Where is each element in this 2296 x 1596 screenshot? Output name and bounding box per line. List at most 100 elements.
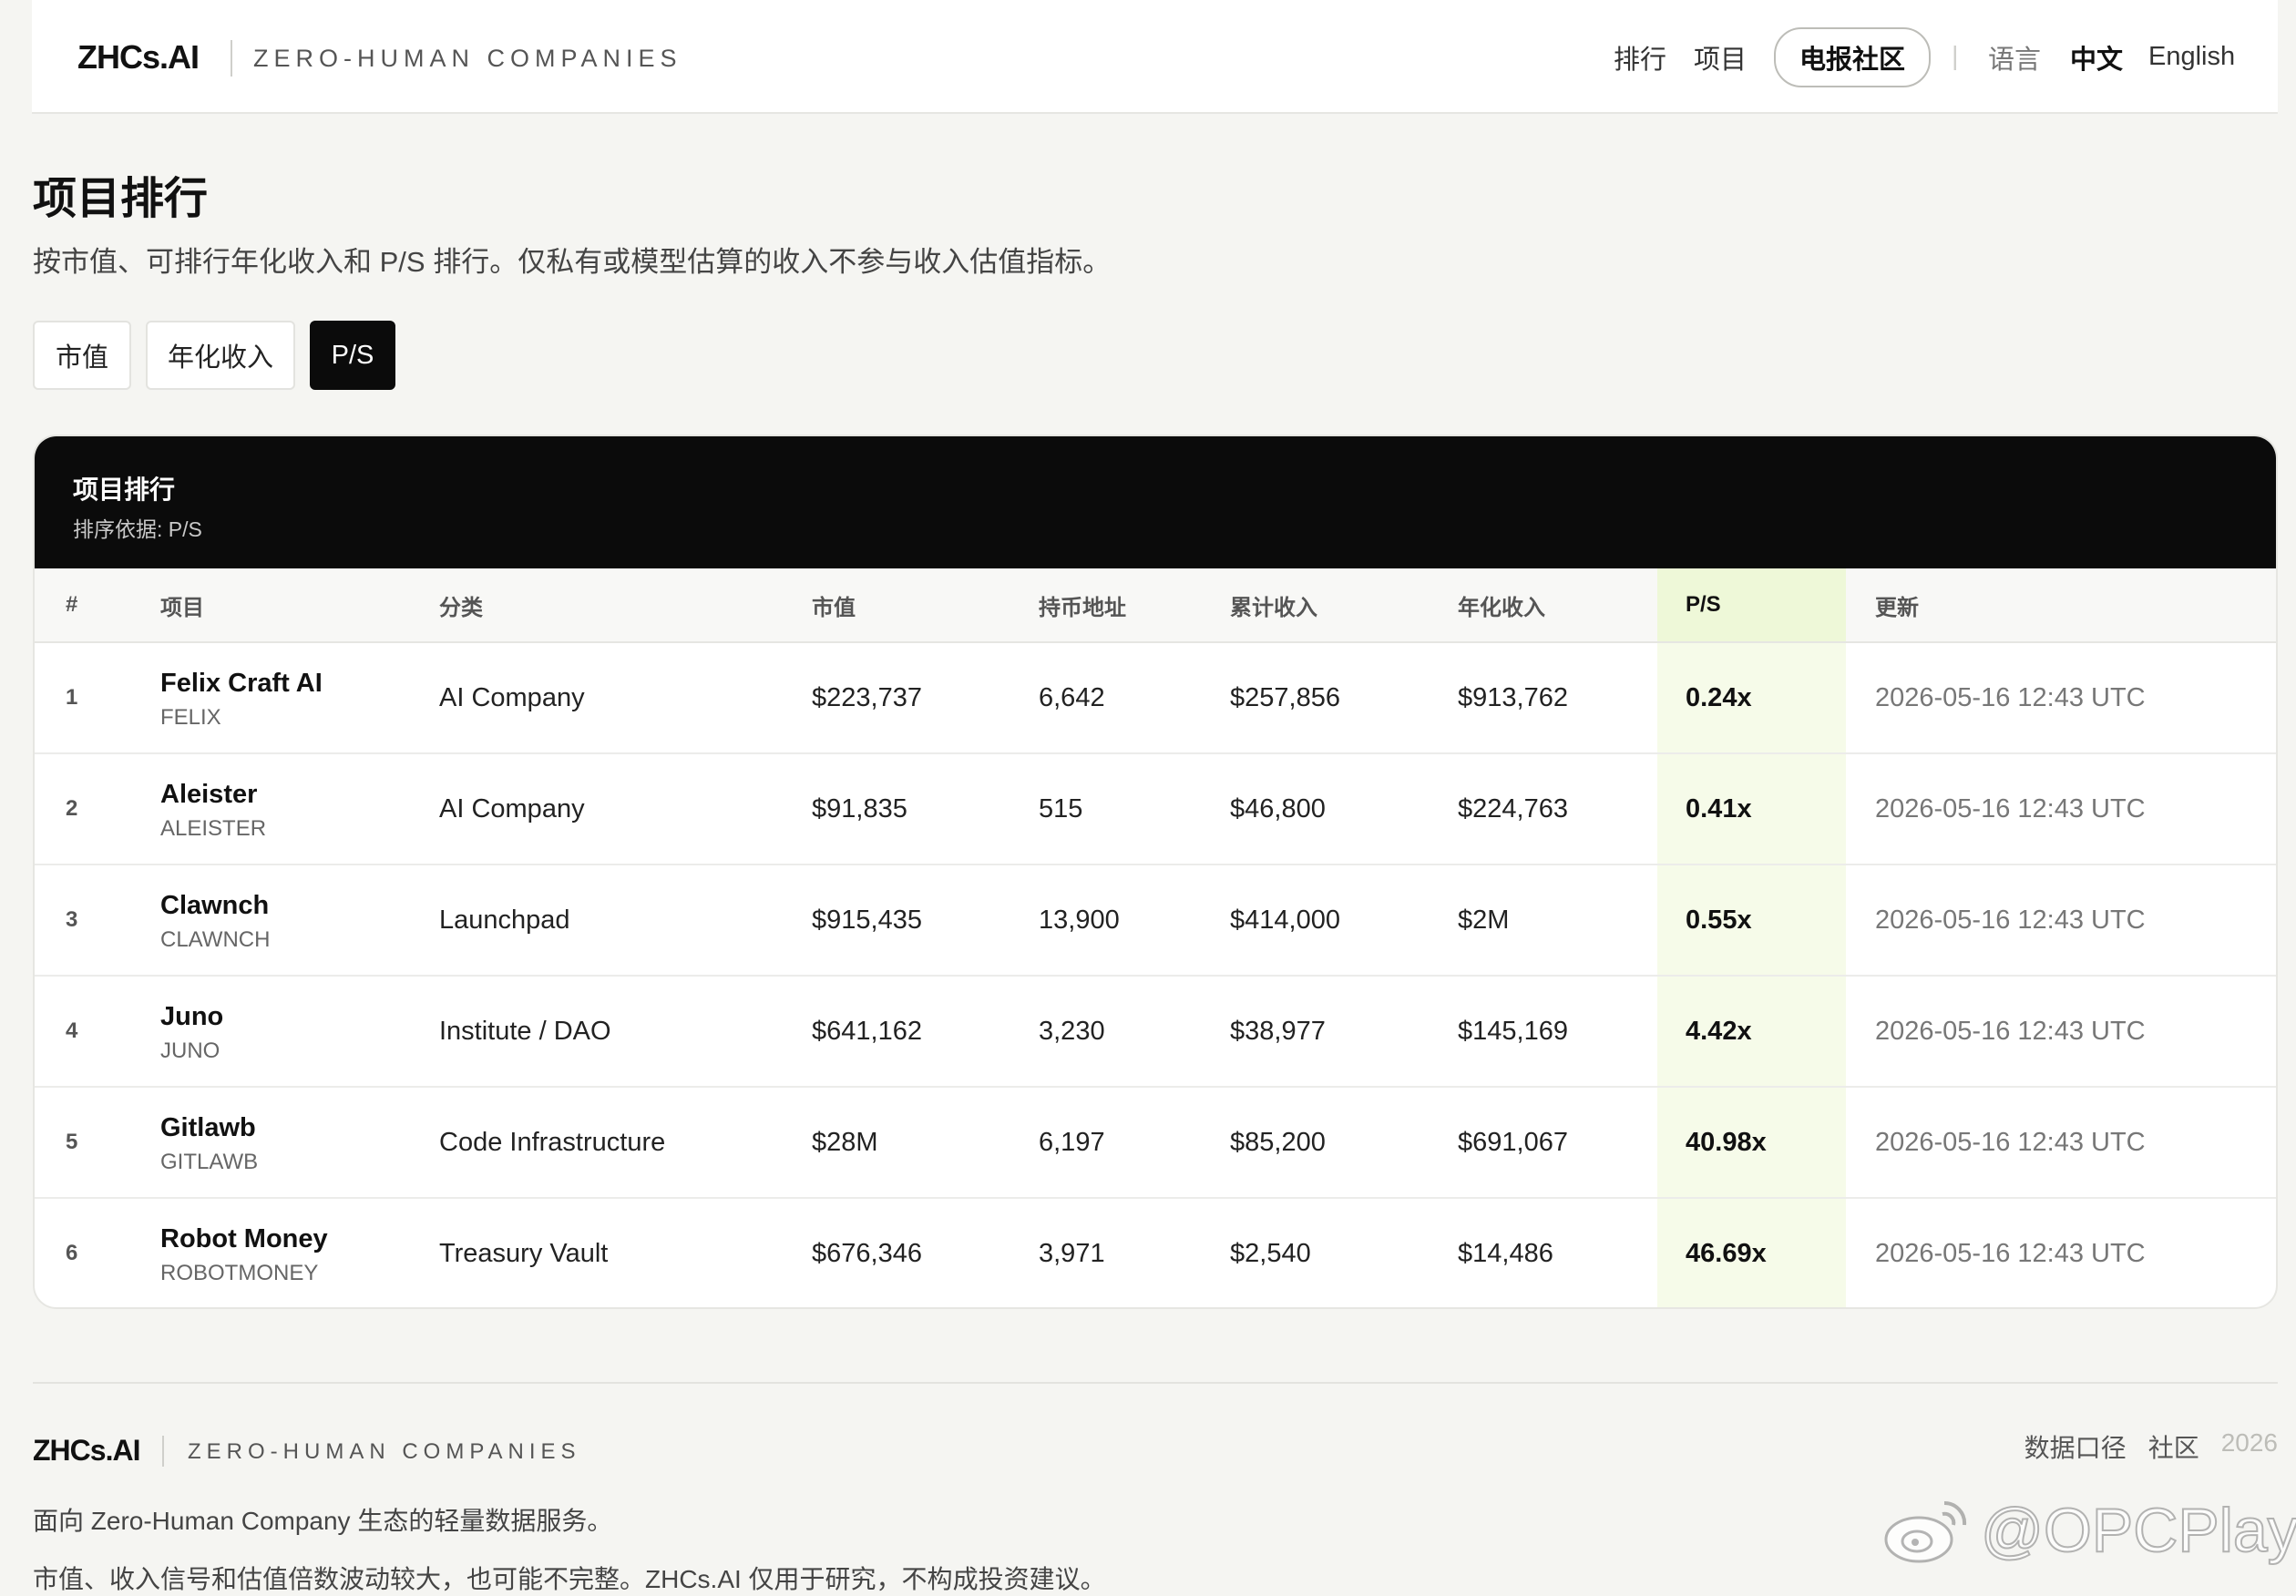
- col-header-updated[interactable]: 更新: [1875, 568, 1919, 641]
- ranking-card-subtitle: 排序依据: P/S: [73, 517, 202, 541]
- row-rank: 5: [66, 1130, 78, 1154]
- project-category: AI Company: [439, 682, 585, 712]
- project-symbol: FELIX: [160, 705, 221, 730]
- weibo-icon: [1884, 1500, 1967, 1563]
- project-category: AI Company: [439, 793, 585, 824]
- ps-value: 0.24x: [1686, 682, 1752, 712]
- market-cap-value: $915,435: [812, 905, 922, 935]
- market-cap-value: $676,346: [812, 1238, 922, 1268]
- project-category: Treasury Vault: [439, 1238, 609, 1268]
- ps-value: 4.42x: [1686, 1016, 1752, 1046]
- telegram-community-button[interactable]: 电报社区: [1774, 0, 1932, 114]
- annual-revenue-value: $224,763: [1458, 793, 1568, 824]
- nav-link-rank[interactable]: 排行: [1614, 0, 1666, 114]
- market-cap-value: $223,737: [812, 682, 922, 712]
- market-cap-value: $28M: [812, 1127, 878, 1157]
- market-cap-value: $91,835: [812, 793, 907, 824]
- table-row[interactable]: 3 Clawnch CLAWNCH Launchpad $915,435 13,…: [35, 865, 2276, 977]
- holders-value: 515: [1039, 793, 1083, 824]
- nav-separator-glyph: |: [1952, 42, 1959, 71]
- footer-disclaimer: 市值、收入信号和估值倍数波动较大，也可能不完整。ZHCs.AI 仅用于研究，不构…: [33, 1565, 1106, 1593]
- footer-tagline: ZERO-HUMAN COMPANIES: [188, 1439, 581, 1464]
- updated-timestamp: 2026-05-16 12:43 UTC: [1875, 793, 2146, 824]
- ps-value: 46.69x: [1686, 1238, 1767, 1268]
- brand-divider: [231, 40, 232, 77]
- top-nav-bar: ZHCs.AI ZERO-HUMAN COMPANIES 排行 项目 电报社区 …: [32, 0, 2278, 114]
- row-rank: 1: [66, 685, 78, 710]
- table-header: # 项目 分类 市值 持币地址 累计收入 年化收入 P/S 更新: [35, 568, 2276, 643]
- watermark-text: @OPCPlay: [1980, 1495, 2296, 1566]
- footer-brand-divider: [162, 1436, 164, 1467]
- footer-link-methodology[interactable]: 数据口径: [2024, 1428, 2127, 1465]
- project-symbol: ROBOTMONEY: [160, 1261, 319, 1285]
- footer-year: 2026: [2220, 1428, 2278, 1457]
- ps-value: 0.41x: [1686, 793, 1752, 824]
- col-header-project[interactable]: 项目: [160, 568, 204, 641]
- annual-revenue-value: $145,169: [1458, 1016, 1568, 1046]
- table-row[interactable]: 4 Juno JUNO Institute / DAO $641,162 3,2…: [35, 977, 2276, 1088]
- annual-revenue-value: $2M: [1458, 905, 1510, 935]
- ps-value: 0.55x: [1686, 905, 1752, 935]
- col-header-cum-revenue[interactable]: 累计收入: [1230, 568, 1317, 641]
- footer-link-community[interactable]: 社区: [2148, 1428, 2199, 1465]
- project-symbol: ALEISTER: [160, 816, 267, 841]
- holders-value: 6,197: [1039, 1127, 1105, 1157]
- footer-links: 数据口径 社区 2026: [2024, 1428, 2278, 1465]
- project-symbol: GITLAWB: [160, 1150, 259, 1174]
- nav-link-rank-label: 排行: [1614, 45, 1667, 75]
- annual-revenue-value: $691,067: [1458, 1127, 1568, 1157]
- project-category: Code Infrastructure: [439, 1127, 666, 1157]
- col-header-category[interactable]: 分类: [439, 568, 483, 641]
- project-name-link[interactable]: Clawnch: [160, 891, 269, 921]
- brand-logo[interactable]: ZHCs.AI: [77, 38, 200, 77]
- lang-option-zh[interactable]: 中文: [2070, 0, 2123, 114]
- footer-brand[interactable]: ZHCs.AI: [33, 1434, 140, 1468]
- ranking-table-card: 项目排行 排序依据: P/S # 项目 分类 市值 持币地址 累计收入 年化收入…: [33, 435, 2278, 1309]
- lang-option-zh-label: 中文: [2070, 45, 2124, 75]
- table-row[interactable]: 1 Felix Craft AI FELIX AI Company $223,7…: [35, 643, 2276, 754]
- updated-timestamp: 2026-05-16 12:43 UTC: [1875, 1238, 2146, 1268]
- col-header-holders[interactable]: 持币地址: [1039, 568, 1126, 641]
- table-row[interactable]: 6 Robot Money ROBOTMONEY Treasury Vault …: [35, 1199, 2276, 1307]
- tab-ps[interactable]: P/S: [310, 321, 395, 390]
- lang-option-en[interactable]: English: [2148, 0, 2235, 114]
- nav-link-projects-label: 项目: [1694, 45, 1748, 75]
- telegram-community-label: 电报社区: [1774, 26, 1932, 87]
- col-header-market-cap[interactable]: 市值: [812, 568, 856, 641]
- brand-tagline: ZERO-HUMAN COMPANIES: [253, 45, 682, 72]
- language-label: 语言: [1988, 0, 2041, 114]
- cum-revenue-value: $257,856: [1230, 682, 1340, 712]
- ps-value: 40.98x: [1686, 1127, 1767, 1157]
- col-header-ps[interactable]: P/S: [1686, 568, 1721, 641]
- project-name-link[interactable]: Juno: [160, 1002, 223, 1032]
- updated-timestamp: 2026-05-16 12:43 UTC: [1875, 682, 2146, 712]
- tab-annual-revenue[interactable]: 年化收入: [146, 321, 295, 390]
- project-name-link[interactable]: Aleister: [160, 780, 257, 810]
- holders-value: 3,230: [1039, 1016, 1105, 1046]
- updated-timestamp: 2026-05-16 12:43 UTC: [1875, 1127, 2146, 1157]
- updated-timestamp: 2026-05-16 12:43 UTC: [1875, 905, 2146, 935]
- col-header-annual-revenue[interactable]: 年化收入: [1458, 568, 1545, 641]
- ranking-card-header: 项目排行 排序依据: P/S: [35, 436, 2276, 568]
- project-name-link[interactable]: Gitlawb: [160, 1113, 256, 1143]
- footer-description: 面向 Zero-Human Company 生态的轻量数据服务。: [33, 1507, 613, 1535]
- project-name-link[interactable]: Felix Craft AI: [160, 669, 323, 699]
- updated-timestamp: 2026-05-16 12:43 UTC: [1875, 1016, 2146, 1046]
- holders-value: 6,642: [1039, 682, 1105, 712]
- market-cap-value: $641,162: [812, 1016, 922, 1046]
- watermark: @OPCPlay: [1881, 1494, 2296, 1567]
- cum-revenue-value: $46,800: [1230, 793, 1326, 824]
- row-rank: 6: [66, 1241, 78, 1265]
- project-category: Institute / DAO: [439, 1016, 611, 1046]
- page-description: 按市值、可排行年化收入和 P/S 排行。仅私有或模型估算的收入不参与收入估值指标…: [33, 246, 1112, 278]
- cum-revenue-value: $85,200: [1230, 1127, 1326, 1157]
- project-name-link[interactable]: Robot Money: [160, 1224, 328, 1254]
- language-label-text: 语言: [1988, 45, 2042, 75]
- nav-separator: |: [1952, 0, 1959, 114]
- nav-link-projects[interactable]: 项目: [1694, 0, 1747, 114]
- table-row[interactable]: 2 Aleister ALEISTER AI Company $91,835 5…: [35, 754, 2276, 865]
- col-header-rank[interactable]: #: [66, 568, 77, 641]
- table-row[interactable]: 5 Gitlawb GITLAWB Code Infrastructure $2…: [35, 1088, 2276, 1199]
- ranking-card-title: 项目排行: [73, 476, 176, 504]
- tab-market-cap[interactable]: 市值: [33, 321, 131, 390]
